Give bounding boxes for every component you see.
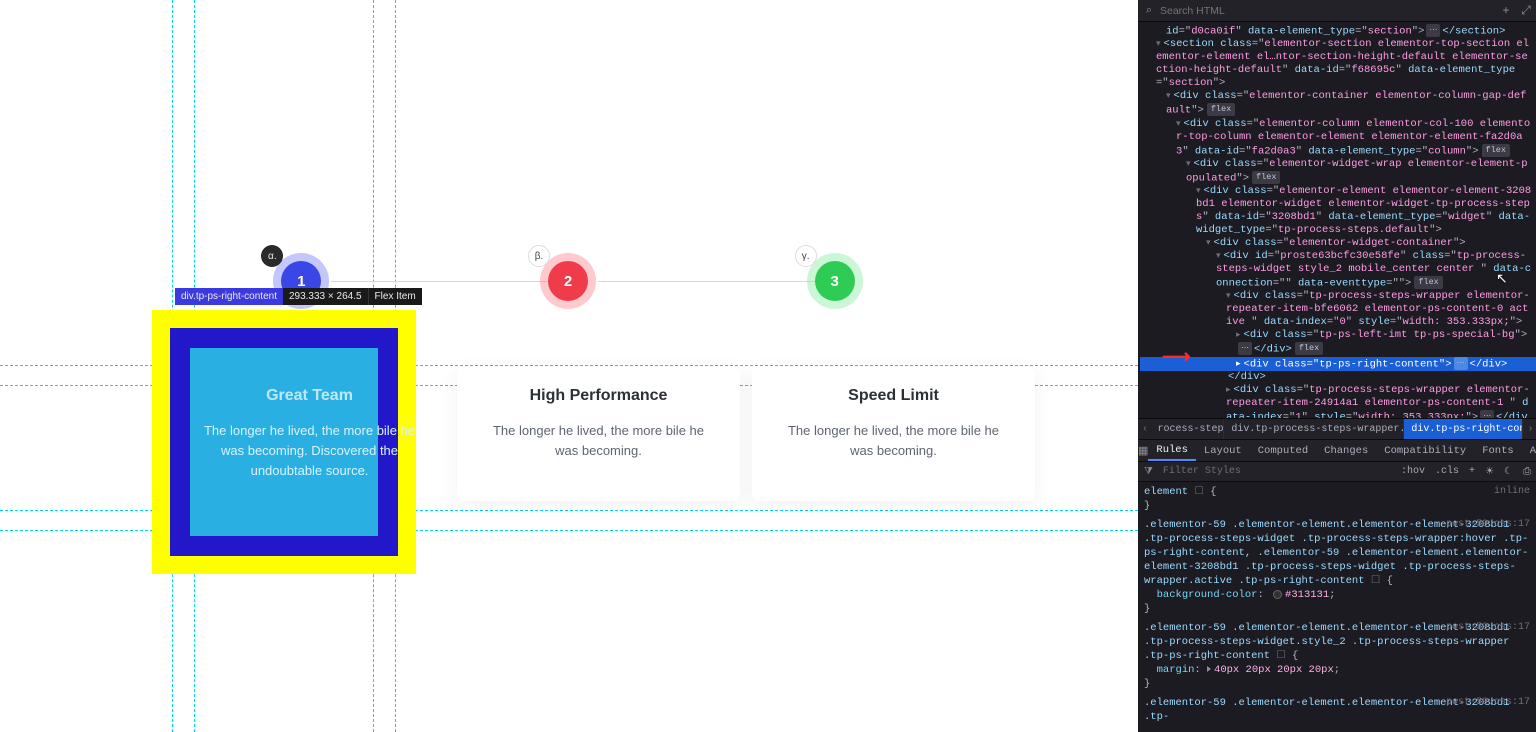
tab-compat[interactable]: Compatibility	[1376, 440, 1474, 461]
devtools-toolbar: ⌕ + ⤢	[1138, 0, 1536, 22]
tab-changes[interactable]: Changes	[1316, 440, 1376, 461]
card-title: Great Team	[194, 387, 425, 405]
dark-icon[interactable]: ☾	[1499, 466, 1518, 478]
card-description: The longer he lived, the more bile he wa…	[194, 421, 425, 481]
tab-computed[interactable]: Computed	[1250, 440, 1316, 461]
funnel-icon: ⧩	[1138, 466, 1153, 478]
expand-icon[interactable]: ⤢	[1516, 4, 1536, 18]
process-step-1[interactable]: 1 α.	[168, 248, 435, 318]
step-badge: β.	[528, 245, 550, 267]
inspector-tooltip: div.tp-ps-right-content 293.333 × 264.5 …	[175, 288, 422, 305]
step-number: 2	[548, 261, 588, 301]
search-icon: ⌕	[1138, 5, 1160, 17]
tab-rules[interactable]: Rules	[1148, 440, 1196, 461]
tab-fonts[interactable]: Fonts	[1474, 440, 1522, 461]
breadcrumb-item[interactable]: div.tp-ps-right-content	[1404, 419, 1523, 439]
process-step-2[interactable]: 2 β.	[435, 248, 702, 318]
card-title: High Performance	[483, 387, 714, 405]
css-rules-pane[interactable]: inline element ☐ { } post-59.css:17 .ele…	[1138, 482, 1536, 732]
styles-tabs: ▦ Rules Layout Computed Changes Compatib…	[1138, 440, 1536, 462]
filter-styles-input[interactable]: Filter Styles	[1157, 466, 1396, 477]
devtools-panel: ⌕ + ⤢ id="d0ca0if" data-element_type="se…	[1138, 0, 1536, 732]
breadcrumbs[interactable]: ‹ rocess-steps… div.tp-process-steps-wra…	[1138, 418, 1536, 440]
print-icon[interactable]: ⎙	[1518, 466, 1536, 478]
breadcrumb-item[interactable]: div.tp-process-steps-wrapper.elementor-r…	[1224, 419, 1404, 439]
card-title: Speed Limit	[778, 387, 1009, 405]
process-step-3[interactable]: 3 γ.	[701, 248, 968, 318]
annotation-arrow: ⟶	[1162, 352, 1191, 365]
page-viewport: 1 α. 2 β. 3 γ.	[0, 0, 1138, 732]
add-button[interactable]: +	[1496, 4, 1516, 18]
hov-button[interactable]: :hov	[1396, 466, 1430, 477]
add-rule-button[interactable]: +	[1464, 466, 1480, 477]
light-icon[interactable]: ☀	[1480, 466, 1499, 478]
step-number: 3	[815, 261, 855, 301]
step-badge: γ.	[795, 245, 817, 267]
search-html-input[interactable]	[1160, 5, 1496, 17]
grid-icon[interactable]: ▦	[1138, 444, 1148, 458]
selected-dom-node[interactable]: ⟶ ▸<div class="tp-ps-right-content">⋯</d…	[1140, 357, 1536, 371]
cls-button[interactable]: .cls	[1430, 466, 1464, 477]
breadcrumb-item[interactable]: rocess-steps…	[1151, 419, 1225, 439]
card-description: The longer he lived, the more bile he wa…	[483, 421, 714, 461]
dom-tree[interactable]: id="d0ca0if" data-element_type="section"…	[1138, 22, 1536, 418]
filter-bar: ⧩ Filter Styles :hov .cls + ☀ ☾ ⎙	[1138, 462, 1536, 482]
card-description: The longer he lived, the more bile he wa…	[778, 421, 1009, 461]
tab-anim[interactable]: Animatic	[1522, 440, 1536, 461]
tab-layout[interactable]: Layout	[1196, 440, 1250, 461]
